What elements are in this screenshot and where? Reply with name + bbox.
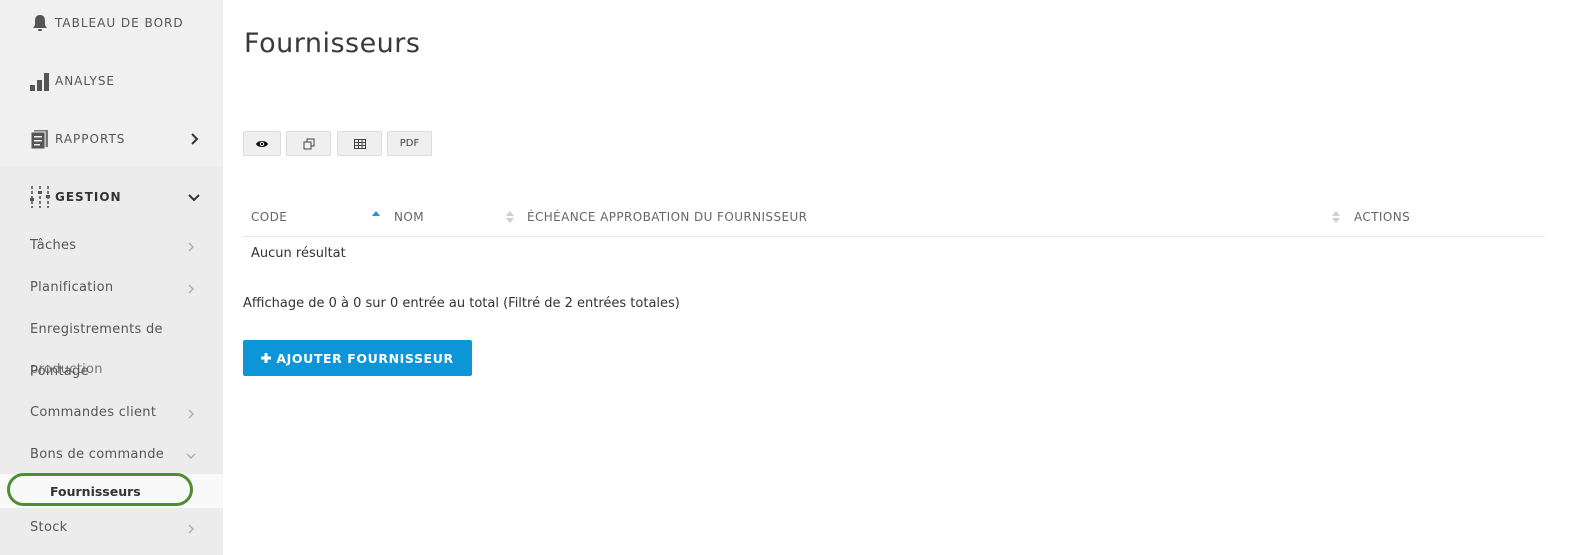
column-header-nom[interactable]: NOM (394, 210, 424, 224)
chevron-right-icon (188, 284, 194, 294)
sliders-icon (30, 186, 50, 208)
add-supplier-label: AJOUTER FOURNISSEUR (276, 350, 454, 366)
chevron-right-icon (188, 242, 194, 252)
page-title: Fournisseurs (244, 28, 421, 59)
sidebar-item-planification[interactable]: Planification (30, 280, 113, 295)
sidebar-item-label: RAPPORTS (55, 132, 126, 146)
sidebar-item-gestion[interactable]: GESTION (0, 168, 223, 226)
eye-icon (256, 140, 268, 147)
sidebar-item-label: GESTION (55, 190, 122, 204)
bar-chart-icon (30, 73, 49, 91)
copy-icon (303, 138, 314, 149)
pdf-export-label: PDF (399, 138, 420, 149)
chevron-right-icon (191, 133, 199, 145)
table-empty-message: Aucun résultat (251, 246, 346, 261)
chevron-down-icon (188, 194, 200, 202)
excel-export-button[interactable] (337, 131, 382, 156)
column-header-echeance[interactable]: ÉCHÉANCE APPROBATION DU FOURNISSEUR (527, 210, 807, 224)
sort-asc-icon[interactable] (372, 210, 380, 224)
highlight-circle (7, 473, 193, 506)
sort-icon[interactable] (1332, 210, 1340, 224)
column-header-code[interactable]: CODE (251, 210, 287, 224)
sidebar-item-analyse[interactable]: ANALYSE (0, 52, 223, 110)
sidebar-item-label: ANALYSE (55, 74, 116, 88)
sidebar-item-stock[interactable]: Stock (30, 520, 67, 535)
column-visibility-button[interactable] (243, 131, 281, 156)
sidebar-item-tableau-de-bord[interactable]: TABLEAU DE BORD (0, 0, 223, 52)
sidebar: TABLEAU DE BORD ANALYSE RAPPORTS GESTION… (0, 0, 223, 555)
sidebar-item-commandes-client[interactable]: Commandes client (30, 405, 156, 420)
bell-icon (33, 15, 47, 31)
table-info: Affichage de 0 à 0 sur 0 entrée au total… (243, 296, 680, 311)
pdf-export-button[interactable]: PDF (387, 131, 432, 156)
sort-icon[interactable] (506, 210, 514, 224)
sidebar-item-taches[interactable]: Tâches (30, 238, 76, 253)
sidebar-item-enregistrements[interactable]: Enregistrements de (30, 322, 163, 337)
add-supplier-button[interactable]: AJOUTER FOURNISSEUR (243, 340, 472, 376)
chevron-right-icon (188, 524, 194, 534)
sidebar-item-label: TABLEAU DE BORD (55, 16, 184, 30)
column-header-actions: ACTIONS (1354, 210, 1411, 224)
sidebar-item-bons-de-commande[interactable]: Bons de commande (30, 447, 164, 462)
table-header-divider (243, 236, 1545, 237)
copy-button[interactable] (286, 131, 331, 156)
document-icon (30, 130, 48, 149)
chevron-right-icon (188, 409, 194, 419)
plus-icon (261, 353, 272, 363)
chevron-down-icon (186, 453, 196, 459)
sidebar-item-pointage[interactable]: Pointage (30, 364, 89, 379)
table-icon (353, 138, 366, 149)
sidebar-item-rapports[interactable]: RAPPORTS (0, 110, 223, 168)
